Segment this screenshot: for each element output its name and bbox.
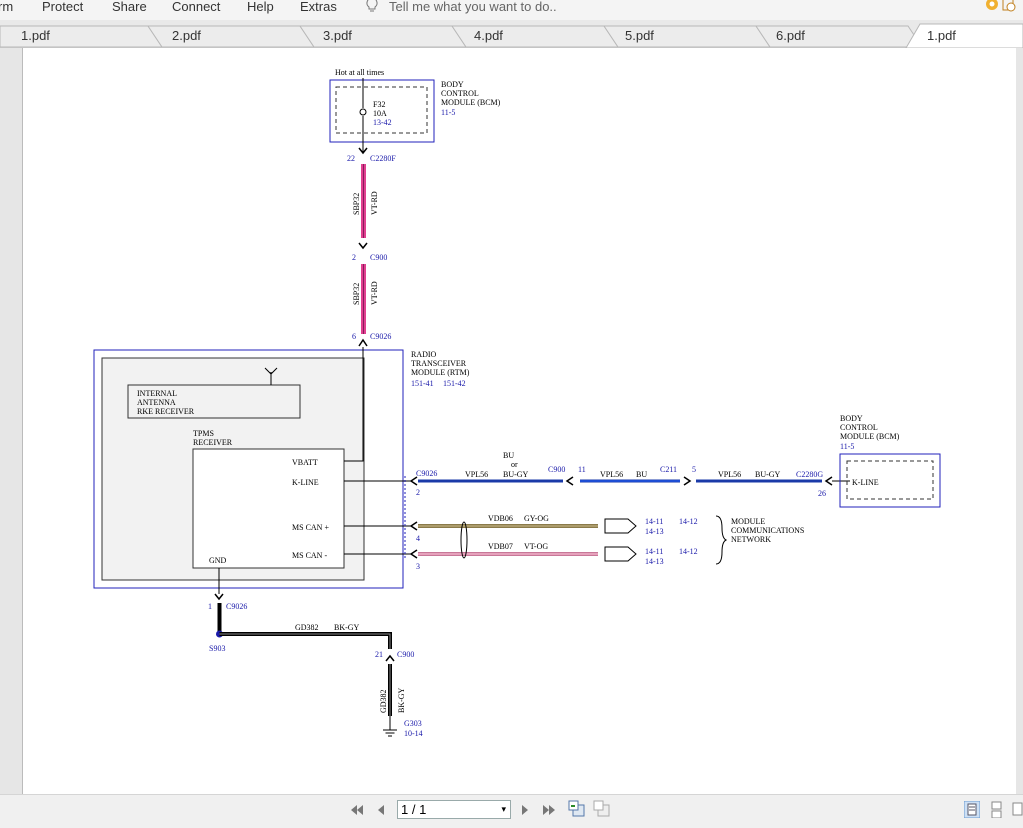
gnd-circuit: GD382 xyxy=(295,623,319,632)
kline-c211: C211 xyxy=(660,465,677,474)
can-minus-color: VT-OG xyxy=(524,542,548,551)
kline-circuit3: VPL56 xyxy=(718,470,741,479)
kline-c9026: C9026 xyxy=(416,469,437,478)
bcm-top-ref: 11-5 xyxy=(441,108,455,117)
antenna-line3: RKE RECEIVER xyxy=(137,407,195,416)
wire1-circuit: SBP32 xyxy=(352,193,361,215)
bcm-right-line3: MODULE (BCM) xyxy=(840,432,900,441)
fuse-rating: 10A xyxy=(373,109,387,118)
can-minus-pin: 3 xyxy=(416,562,420,571)
bcm-right-ref: 11-5 xyxy=(840,442,854,451)
tpms-line2: RECEIVER xyxy=(193,438,233,447)
gnd-v-circuit: GD382 xyxy=(379,689,388,713)
tpms-line1: TPMS xyxy=(193,429,214,438)
gnd-splice: S903 xyxy=(209,644,225,653)
can-plus-ref2: 14-13 xyxy=(645,527,664,536)
hot-label: Hot at all times xyxy=(335,68,384,77)
bcm-right-kline: K-LINE xyxy=(852,478,879,487)
previous-view-icon[interactable] xyxy=(568,800,586,818)
antenna-line2: ANTENNA xyxy=(137,398,176,407)
kline-c900: C900 xyxy=(548,465,565,474)
kline-color1-b: or xyxy=(511,460,518,469)
can-plus-ref3: 14-12 xyxy=(679,517,698,526)
wire2-circuit: SBP32 xyxy=(352,283,361,305)
kline-c900-pin: 11 xyxy=(578,465,586,474)
kline-c9026-pin: 2 xyxy=(416,488,420,497)
can-minus-ref1: 14-11 xyxy=(645,547,663,556)
kline-c211-pin: 5 xyxy=(692,465,696,474)
fuse-ref: 13-42 xyxy=(373,118,392,127)
wire2-color: VT-RD xyxy=(370,281,379,305)
c900-top-name: C900 xyxy=(370,253,387,262)
c2280f-pin: 22 xyxy=(347,154,355,163)
wire1-color: VT-RD xyxy=(370,191,379,215)
rtm-ref1: 151-41 xyxy=(411,379,434,388)
first-page-icon[interactable] xyxy=(350,803,364,817)
bcm-top-line2: CONTROL xyxy=(441,89,479,98)
bcm-right-line1: BODY xyxy=(840,414,863,423)
gnd-c9026: C9026 xyxy=(226,602,247,611)
bcm-top-line3: MODULE (BCM) xyxy=(441,98,501,107)
tpms-gnd: GND xyxy=(209,556,227,565)
kline-circuit2: VPL56 xyxy=(600,470,623,479)
gnd-c9026-pin: 1 xyxy=(208,602,212,611)
can-plus-circuit: VDB06 xyxy=(488,514,513,523)
page-number-value: 1 / 1 xyxy=(401,802,427,817)
c9026-top-pin: 6 xyxy=(352,332,356,341)
network-line3: NETWORK xyxy=(731,535,771,544)
kline-color1-a: BU xyxy=(503,451,514,460)
tpms-kline: K-LINE xyxy=(292,478,319,487)
gnd-v-color: BK-GY xyxy=(397,687,406,713)
single-page-view-icon[interactable] xyxy=(964,801,980,818)
can-plus-connector xyxy=(604,518,637,534)
fuse-symbol xyxy=(359,108,367,116)
can-minus-ref2: 14-13 xyxy=(645,557,664,566)
antenna-line1: INTERNAL xyxy=(137,389,177,398)
gnd-c900: C900 xyxy=(397,650,414,659)
gnd-ground: G303 xyxy=(404,719,422,728)
can-minus-ref3: 14-12 xyxy=(679,547,698,556)
tpms-mscan-plus: MS CAN + xyxy=(292,523,329,532)
rtm-line2: TRANSCEIVER xyxy=(411,359,467,368)
facing-view-icon[interactable] xyxy=(1012,801,1023,818)
c900-top-pin: 2 xyxy=(352,253,356,262)
wiring-diagram: Hot at all times BODY CONTROL MODULE (BC… xyxy=(93,68,941,738)
prev-page-icon[interactable] xyxy=(376,803,386,817)
rtm-line3: MODULE (RTM) xyxy=(411,368,470,377)
gnd-ground-ref: 10-14 xyxy=(404,729,423,738)
gnd-c900-pin: 21 xyxy=(375,650,383,659)
can-plus-pin: 4 xyxy=(416,534,420,543)
kline-circuit1: VPL56 xyxy=(465,470,488,479)
kline-color2: BU xyxy=(636,470,647,479)
next-page-icon[interactable] xyxy=(520,803,530,817)
c2280f-name: C2280F xyxy=(370,154,396,163)
status-bar xyxy=(0,794,1023,828)
kline-color3: BU-GY xyxy=(755,470,781,479)
c9026-top-name: C9026 xyxy=(370,332,391,341)
can-plus-color: GY-OG xyxy=(524,514,549,523)
rtm-line1: RADIO xyxy=(411,350,437,359)
can-plus-ref1: 14-11 xyxy=(645,517,663,526)
rtm-ref2: 151-42 xyxy=(443,379,466,388)
kline-color1-c: BU-GY xyxy=(503,470,529,479)
can-minus-connector xyxy=(604,546,637,562)
can-minus-circuit: VDB07 xyxy=(488,542,513,551)
next-view-icon[interactable] xyxy=(593,800,611,818)
tpms-vbatt: VBATT xyxy=(292,458,318,467)
network-line1: MODULE xyxy=(731,517,765,526)
continuous-view-icon[interactable] xyxy=(990,801,1004,818)
network-line2: COMMUNICATIONS xyxy=(731,526,804,535)
bcm-top-line1: BODY xyxy=(441,80,464,89)
tpms-mscan-minus: MS CAN - xyxy=(292,551,327,560)
kline-c2280g: C2280G xyxy=(796,470,823,479)
chevron-down-icon[interactable]: ▾ xyxy=(501,801,506,818)
last-page-icon[interactable] xyxy=(542,803,556,817)
bcm-right-line2: CONTROL xyxy=(840,423,878,432)
fuse-name: F32 xyxy=(373,100,385,109)
gnd-color: BK-GY xyxy=(334,623,360,632)
kline-c2280g-pin: 26 xyxy=(818,489,826,498)
page-number-input[interactable]: 1 / 1 ▾ xyxy=(397,800,511,819)
